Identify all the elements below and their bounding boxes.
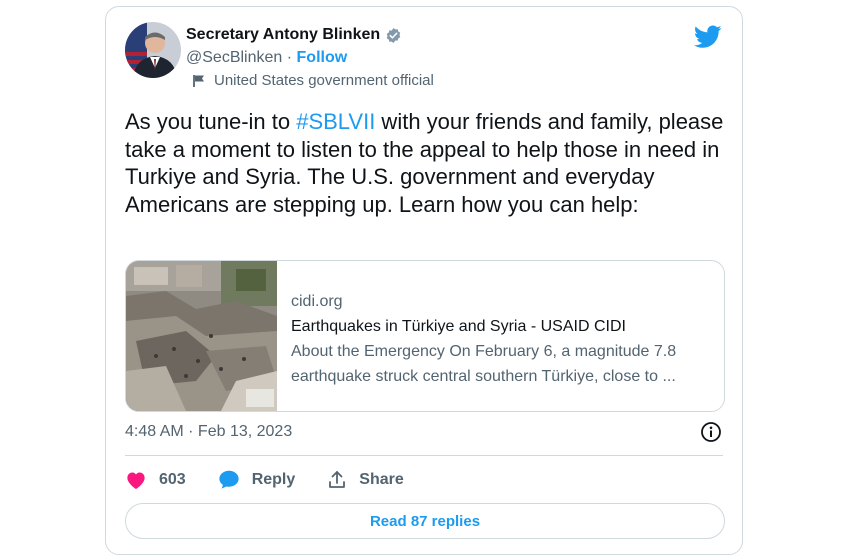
like-count: 603 xyxy=(159,470,186,488)
government-label: United States government official xyxy=(192,71,434,91)
tweet-text: As you tune-in to #SBLVII with your frie… xyxy=(125,108,735,218)
read-replies-button[interactable]: Read 87 replies xyxy=(125,503,725,539)
reply-button[interactable]: Reply xyxy=(218,469,296,490)
hashtag-link[interactable]: #SBLVII xyxy=(296,109,375,134)
author-name-row[interactable]: Secretary Antony Blinken xyxy=(186,25,402,45)
link-domain: cidi.org xyxy=(291,293,343,310)
link-description-line-2: earthquake struck central southern Türki… xyxy=(291,368,676,385)
link-description-line-1: About the Emergency On February 6, a mag… xyxy=(291,343,677,360)
twitter-bird-icon[interactable] xyxy=(693,25,722,49)
link-preview-image[interactable] xyxy=(126,261,277,411)
reply-bubble-icon xyxy=(219,470,239,489)
tweet-card: Secretary Antony Blinken @SecBlinken · F… xyxy=(105,6,743,555)
follow-button[interactable]: Follow xyxy=(297,49,348,66)
flag-icon xyxy=(193,75,204,87)
tweet-text-start: As you tune-in to xyxy=(125,109,297,134)
government-label-text: United States government official xyxy=(214,72,434,89)
reply-label: Reply xyxy=(251,470,296,488)
link-preview-text[interactable]: cidi.org Earthquakes in Türkiye and Syri… xyxy=(291,289,721,389)
separator-dot: · xyxy=(286,49,293,66)
divider xyxy=(125,455,723,456)
share-button[interactable]: Share xyxy=(327,470,404,490)
avatar[interactable] xyxy=(125,22,181,78)
timestamp[interactable]: 4:48 AM · Feb 13, 2023 xyxy=(125,423,292,441)
action-bar: 603 Reply Share xyxy=(125,469,436,490)
author-name[interactable]: Secretary Antony Blinken xyxy=(186,25,380,45)
heart-icon xyxy=(127,471,145,489)
share-label: Share xyxy=(359,470,404,488)
like-button[interactable]: 603 xyxy=(125,470,186,490)
link-preview-card[interactable]: cidi.org Earthquakes in Türkiye and Syri… xyxy=(125,260,725,412)
info-icon[interactable] xyxy=(700,421,722,443)
link-title: Earthquakes in Türkiye and Syria - USAID… xyxy=(291,318,626,335)
handle-row: @SecBlinken · Follow xyxy=(186,48,347,68)
author-handle[interactable]: @SecBlinken xyxy=(186,49,282,66)
share-icon xyxy=(329,470,346,488)
verified-badge-icon xyxy=(385,27,402,44)
